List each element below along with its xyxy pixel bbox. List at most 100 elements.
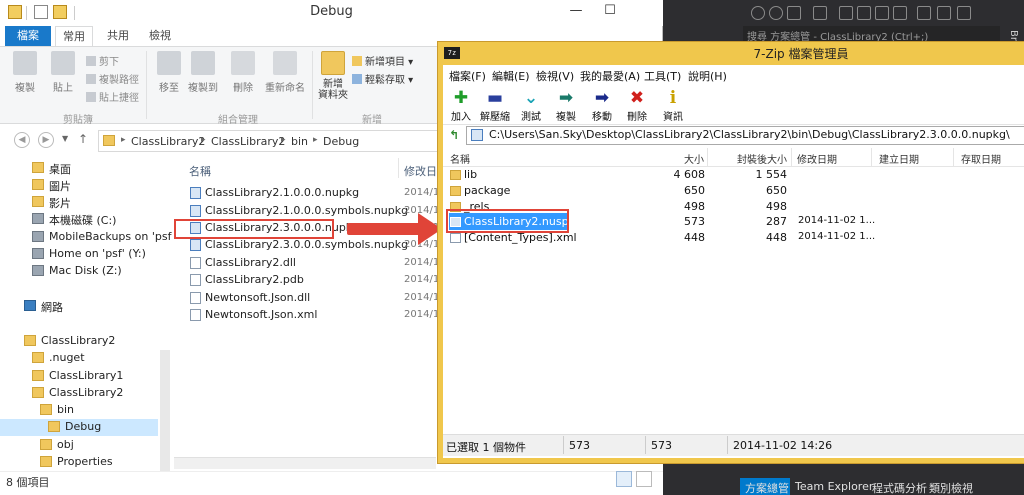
file-name: Newtonsoft.Json.xml [205, 308, 318, 321]
test-button[interactable]: ⌄ 測試 [514, 88, 548, 123]
forward-icon[interactable] [769, 6, 783, 20]
copy-to-button[interactable]: 複製到 [186, 51, 220, 94]
vs-tab-solution-explorer[interactable]: 方案總管 [745, 480, 789, 495]
delete-button[interactable]: ✖ 刪除 [620, 88, 654, 123]
column-header-name[interactable]: 名稱 [189, 163, 211, 179]
delete-button[interactable]: 刪除 [226, 51, 260, 94]
archive-row[interactable]: package 650 650 [443, 183, 1024, 199]
archive-item-name: lib [464, 168, 478, 181]
tab-share[interactable]: 共用 [100, 26, 136, 46]
back-icon[interactable] [751, 6, 765, 20]
easy-access-icon [352, 74, 362, 84]
move-to-button[interactable]: 移至 [152, 51, 186, 94]
move-button[interactable]: ➡ 移動 [585, 88, 619, 123]
nav-item-network[interactable]: 網路 [0, 298, 170, 315]
chevron-down-icon[interactable]: ▼ [62, 134, 68, 143]
up-arrow-icon[interactable]: ↑ [78, 132, 88, 146]
move-to-icon [157, 51, 181, 75]
new-item-button[interactable]: 新增項目 ▾ [352, 53, 413, 68]
nav-item-videos[interactable]: 影片 [0, 194, 170, 211]
nav-scrollbar[interactable] [160, 350, 170, 472]
menu-favorites[interactable]: 我的最愛(A) [580, 68, 640, 84]
rename-button[interactable]: 重新命名 [262, 51, 308, 94]
paste-button[interactable]: 貼上 [46, 51, 80, 94]
wrench-icon[interactable] [917, 6, 931, 20]
archive-item-size: 498 [684, 200, 705, 213]
column-header-date[interactable]: 修改日 [404, 163, 437, 179]
nav-item-desktop[interactable]: 桌面 [0, 160, 170, 177]
breadcrumb-item[interactable]: bin [291, 135, 308, 148]
column-header-modified[interactable]: 修改日期 [797, 151, 837, 166]
nav-item-nuget[interactable]: .nuget [0, 350, 170, 367]
breadcrumb-separator: ▸ [281, 135, 286, 145]
breadcrumb-item[interactable]: Debug [323, 135, 359, 148]
copy-path-button[interactable]: 複製路徑 [86, 71, 139, 86]
horizontal-scrollbar[interactable] [174, 457, 436, 469]
up-folder-icon[interactable]: ↰ [447, 128, 461, 142]
vs-tab-code-analysis[interactable]: 程式碼分析 [872, 480, 927, 495]
add-button[interactable]: ✚ 加入 [444, 88, 478, 123]
menu-view[interactable]: 檢視(V) [536, 68, 574, 84]
menu-tools[interactable]: 工具(T) [644, 68, 681, 84]
column-header-packed[interactable]: 封裝後大小 [737, 151, 787, 166]
paste-shortcut-icon [86, 92, 96, 102]
history-icon[interactable] [813, 6, 827, 20]
nav-item-mac-disk[interactable]: Mac Disk (Z:) [0, 263, 170, 280]
nav-item-properties[interactable]: Properties [0, 454, 170, 471]
menu-help[interactable]: 說明(H) [688, 68, 727, 84]
collapse-icon[interactable] [875, 6, 889, 20]
nav-item-classlibrary2[interactable]: ClassLibrary2 [0, 385, 170, 402]
column-header-accessed[interactable]: 存取日期 [961, 151, 1001, 166]
nav-item-obj[interactable]: obj [0, 437, 170, 454]
class-diagram-icon[interactable] [957, 6, 971, 20]
folder-icon [40, 404, 52, 415]
archive-row[interactable]: lib 4 608 1 554 [443, 167, 1024, 183]
nav-item-local-disk[interactable]: 本機磁碟 (C:) [0, 211, 170, 228]
large-icons-view-button[interactable] [636, 471, 652, 487]
nav-item-home[interactable]: Home on 'psf' (Y:) [0, 246, 170, 263]
tab-file[interactable]: 檔案 [5, 26, 51, 46]
back-button[interactable]: ◀ [14, 132, 30, 148]
easy-access-button[interactable]: 輕鬆存取 ▾ [352, 71, 413, 86]
nav-item-pictures[interactable]: 圖片 [0, 177, 170, 194]
tab-view[interactable]: 檢視 [140, 26, 180, 46]
nav-label: Home on 'psf' (Y:) [49, 247, 146, 260]
extract-button[interactable]: ▬ 解壓縮 [478, 88, 512, 123]
copy-label: 複製 [556, 112, 576, 123]
column-header-created[interactable]: 建立日期 [879, 151, 919, 166]
file-name: ClassLibrary2.pdb [205, 273, 304, 286]
show-all-files-icon[interactable] [893, 6, 907, 20]
copy-button[interactable]: ➡ 複製 [549, 88, 583, 123]
home-icon[interactable] [787, 6, 801, 20]
column-header-name[interactable]: 名稱 [450, 151, 470, 166]
tab-home[interactable]: 常用 [55, 26, 93, 46]
nav-label: MobileBackups on 'psf' [49, 230, 175, 243]
minimize-button[interactable]: — [559, 0, 593, 22]
forward-button[interactable]: ▶ [38, 132, 54, 148]
vs-tab-class-view[interactable]: 類別檢視 [929, 480, 973, 495]
sync-icon[interactable] [839, 6, 853, 20]
refresh-icon[interactable] [857, 6, 871, 20]
menu-file[interactable]: 檔案(F) [449, 68, 486, 84]
extract-label: 解壓縮 [480, 112, 510, 123]
cut-button[interactable]: 剪下 [86, 53, 119, 68]
vs-tab-team-explorer[interactable]: Team Explorer [795, 480, 873, 493]
paste-shortcut-button[interactable]: 貼上捷徑 [86, 89, 139, 104]
breadcrumb-item[interactable]: ClassLibrary2 [211, 135, 285, 148]
details-view-button[interactable] [616, 471, 632, 487]
maximize-button[interactable]: ☐ [593, 0, 627, 22]
nav-item-bin[interactable]: bin [0, 402, 170, 419]
copy-button[interactable]: 複製 [8, 51, 42, 94]
nav-item-classlibrary2-root[interactable]: ClassLibrary2 [0, 333, 170, 350]
nav-item-mobilebackups[interactable]: MobileBackups on 'psf' [0, 229, 174, 246]
breadcrumb-item[interactable]: ClassLibrary2 [131, 135, 205, 148]
archive-item-packed: 448 [766, 231, 787, 244]
column-header-size[interactable]: 大小 [684, 151, 704, 166]
menu-edit[interactable]: 編輯(E) [492, 68, 530, 84]
info-button[interactable]: i 資訊 [656, 88, 690, 123]
new-folder-button[interactable]: 新增 資料夾 [318, 51, 348, 101]
nav-item-debug[interactable]: Debug [0, 419, 158, 436]
dash-icon[interactable] [937, 6, 951, 20]
nav-item-classlibrary1[interactable]: ClassLibrary1 [0, 368, 170, 385]
copy-to-label: 複製到 [188, 83, 218, 94]
